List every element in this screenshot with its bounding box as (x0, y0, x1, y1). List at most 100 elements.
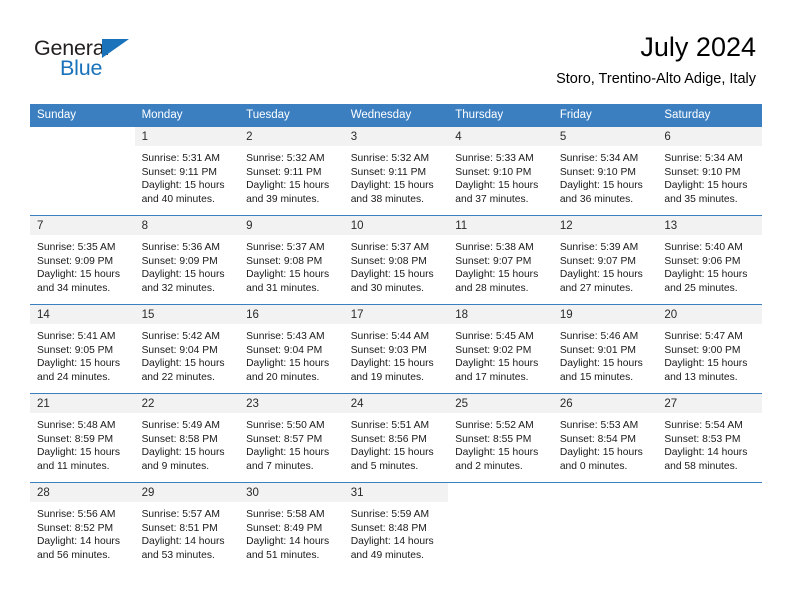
day-cell-15[interactable]: 15 Sunrise: 5:42 AM Sunset: 9:04 PM Dayligh… (134, 304, 240, 393)
day-details: Sunrise: 5:42 AM Sunset: 9:04 PM Daylight:… (135, 324, 240, 384)
calendar-cell: 15 Sunrise: 5:42 AM Sunset: 9:04 PM Dayligh… (134, 304, 240, 393)
day-detail-line: and 9 minutes. (141, 460, 210, 472)
day-detail-line: Daylight: 15 hours (559, 180, 643, 192)
day-cell-19[interactable]: 19 Sunrise: 5:46 AM Sunset: 9:01 PM Dayligh… (552, 304, 658, 393)
day-cell-20[interactable]: 20 Sunrise: 5:47 AM Sunset: 9:00 PM Dayligh… (657, 304, 762, 393)
day-detail-line: Sunset: 8:54 PM (559, 433, 636, 445)
page-title: July 2024 (640, 32, 756, 62)
day-cell-12[interactable]: 12 Sunrise: 5:39 AM Sunset: 9:07 PM Dayligh… (552, 215, 658, 304)
calendar-cell: 31 Sunrise: 5:59 AM Sunset: 8:48 PM Dayligh… (343, 482, 449, 571)
day-detail-line: Sunset: 9:11 PM (246, 166, 322, 178)
day-cell-empty (448, 482, 553, 571)
day-cell-5[interactable]: 5 Sunrise: 5:34 AM Sunset: 9:10 PM Daylight… (552, 126, 658, 215)
day-detail-line: Sunset: 9:04 PM (141, 344, 218, 356)
day-detail-line: Sunrise: 5:32 AM (350, 153, 430, 164)
day-cell-4[interactable]: 4 Sunrise: 5:33 AM Sunset: 9:10 PM Daylight… (448, 126, 553, 215)
calendar-cell: 7 Sunrise: 5:35 AM Sunset: 9:09 PM Daylight… (30, 215, 135, 304)
day-details: Sunrise: 5:44 AM Sunset: 9:03 PM Daylight:… (344, 324, 449, 384)
day-number: 5 (552, 127, 658, 146)
day-detail-line: Sunset: 9:01 PM (559, 344, 636, 356)
day-number: 18 (448, 305, 553, 324)
calendar-cell: 19 Sunrise: 5:46 AM Sunset: 9:01 PM Dayligh… (552, 304, 658, 393)
day-details: Sunrise: 5:51 AM Sunset: 8:56 PM Daylight:… (344, 413, 449, 473)
day-details: Sunrise: 5:38 AM Sunset: 9:07 PM Daylight:… (448, 235, 553, 295)
day-cell-25[interactable]: 25 Sunrise: 5:52 AM Sunset: 8:55 PM Dayligh… (448, 393, 553, 482)
day-detail-line: Daylight: 15 hours (37, 447, 120, 459)
day-cell-18[interactable]: 18 Sunrise: 5:45 AM Sunset: 9:02 PM Dayligh… (448, 304, 553, 393)
day-number: 14 (30, 305, 135, 324)
day-cell-16[interactable]: 16 Sunrise: 5:43 AM Sunset: 9:04 PM Dayligh… (239, 304, 344, 393)
day-details: Sunrise: 5:31 AM Sunset: 9:11 PM Daylight:… (135, 146, 240, 206)
calendar-cell: 2 Sunrise: 5:32 AM Sunset: 9:11 PM Daylight… (239, 126, 344, 215)
day-cell-11[interactable]: 11 Sunrise: 5:38 AM Sunset: 9:07 PM Dayligh… (448, 215, 553, 304)
day-cell-3[interactable]: 3 Sunrise: 5:32 AM Sunset: 9:11 PM Daylight… (343, 126, 449, 215)
day-cell-7[interactable]: 7 Sunrise: 5:35 AM Sunset: 9:09 PM Daylight… (30, 215, 135, 304)
day-number (553, 483, 658, 502)
day-cell-30[interactable]: 30 Sunrise: 5:58 AM Sunset: 8:49 PM Dayligh… (239, 482, 344, 571)
day-number: 11 (448, 216, 553, 235)
calendar-cell: 16 Sunrise: 5:43 AM Sunset: 9:04 PM Dayligh… (239, 304, 344, 393)
weekday-header-saturday: Saturday (657, 104, 762, 126)
day-cell-6[interactable]: 6 Sunrise: 5:34 AM Sunset: 9:10 PM Daylight… (657, 126, 762, 215)
day-detail-line: Sunset: 8:55 PM (455, 433, 532, 445)
day-cell-31[interactable]: 31 Sunrise: 5:59 AM Sunset: 8:48 PM Dayligh… (343, 482, 449, 571)
calendar-cell: 20 Sunrise: 5:47 AM Sunset: 9:00 PM Dayligh… (657, 304, 762, 393)
day-details: Sunrise: 5:41 AM Sunset: 9:05 PM Daylight:… (30, 324, 135, 384)
day-details: Sunrise: 5:32 AM Sunset: 9:11 PM Daylight:… (239, 146, 344, 206)
day-details (553, 502, 658, 508)
day-cell-28[interactable]: 28 Sunrise: 5:56 AM Sunset: 8:52 PM Dayligh… (30, 482, 135, 571)
day-detail-line: Sunset: 9:04 PM (246, 344, 323, 356)
day-detail-line: Sunrise: 5:52 AM (455, 420, 534, 431)
day-detail-line: Sunset: 9:02 PM (455, 344, 532, 356)
day-detail-line: Sunset: 9:10 PM (664, 166, 741, 178)
day-detail-line: Sunrise: 5:49 AM (141, 420, 220, 431)
calendar-cell: 12 Sunrise: 5:39 AM Sunset: 9:07 PM Dayligh… (552, 215, 658, 304)
day-detail-line: and 27 minutes. (559, 282, 634, 294)
day-detail-line: and 31 minutes. (246, 282, 320, 294)
calendar-cell: 30 Sunrise: 5:58 AM Sunset: 8:49 PM Dayligh… (239, 482, 344, 571)
day-cell-2[interactable]: 2 Sunrise: 5:32 AM Sunset: 9:11 PM Daylight… (239, 126, 344, 215)
day-detail-line: and 30 minutes. (350, 282, 424, 294)
day-detail-line: and 56 minutes. (37, 549, 111, 561)
day-cell-10[interactable]: 10 Sunrise: 5:37 AM Sunset: 9:08 PM Dayligh… (343, 215, 449, 304)
day-details: Sunrise: 5:37 AM Sunset: 9:08 PM Daylight:… (344, 235, 449, 295)
day-cell-21[interactable]: 21 Sunrise: 5:48 AM Sunset: 8:59 PM Dayligh… (30, 393, 135, 482)
day-detail-line: Daylight: 15 hours (141, 180, 225, 192)
day-cell-27[interactable]: 27 Sunrise: 5:54 AM Sunset: 8:53 PM Dayligh… (657, 393, 762, 482)
day-cell-9[interactable]: 9 Sunrise: 5:37 AM Sunset: 9:08 PM Daylight… (239, 215, 344, 304)
weekday-header-tuesday: Tuesday (239, 104, 344, 126)
day-cell-13[interactable]: 13 Sunrise: 5:40 AM Sunset: 9:06 PM Dayligh… (657, 215, 762, 304)
day-detail-line: Sunrise: 5:44 AM (350, 331, 430, 342)
day-detail-line: and 39 minutes. (246, 193, 320, 205)
day-cell-1[interactable]: 1 Sunrise: 5:31 AM Sunset: 9:11 PM Daylight… (134, 126, 240, 215)
day-cell-14[interactable]: 14 Sunrise: 5:41 AM Sunset: 9:05 PM Dayligh… (30, 304, 135, 393)
day-detail-line: and 58 minutes. (664, 460, 738, 472)
day-details: Sunrise: 5:47 AM Sunset: 9:00 PM Daylight:… (657, 324, 762, 384)
day-detail-line: Daylight: 15 hours (664, 269, 748, 281)
day-number: 9 (239, 216, 344, 235)
day-cell-22[interactable]: 22 Sunrise: 5:49 AM Sunset: 8:58 PM Dayligh… (134, 393, 240, 482)
day-number: 22 (134, 394, 240, 413)
day-number: 16 (239, 305, 344, 324)
day-details: Sunrise: 5:57 AM Sunset: 8:51 PM Daylight:… (135, 502, 240, 562)
day-detail-line: Daylight: 15 hours (350, 180, 434, 192)
day-detail-line: Daylight: 15 hours (664, 358, 748, 370)
day-cell-8[interactable]: 8 Sunrise: 5:36 AM Sunset: 9:09 PM Daylight… (134, 215, 240, 304)
day-detail-line: Sunrise: 5:33 AM (455, 153, 534, 164)
weekday-header-wednesday: Wednesday (343, 104, 449, 126)
day-number (448, 483, 553, 502)
day-cell-23[interactable]: 23 Sunrise: 5:50 AM Sunset: 8:57 PM Dayligh… (239, 393, 344, 482)
day-detail-line: Daylight: 14 hours (141, 536, 225, 548)
calendar-cell: 21 Sunrise: 5:48 AM Sunset: 8:59 PM Dayligh… (30, 393, 135, 482)
day-detail-line: Sunset: 8:49 PM (246, 522, 323, 534)
calendar-week-row: 7 Sunrise: 5:35 AM Sunset: 9:09 PM Daylight… (30, 215, 762, 304)
day-cell-26[interactable]: 26 Sunrise: 5:53 AM Sunset: 8:54 PM Dayligh… (552, 393, 658, 482)
day-detail-line: Sunrise: 5:32 AM (246, 153, 325, 164)
day-cell-17[interactable]: 17 Sunrise: 5:44 AM Sunset: 9:03 PM Dayligh… (343, 304, 449, 393)
day-cell-empty (552, 482, 658, 571)
day-detail-line: and 49 minutes. (350, 549, 424, 561)
day-cell-24[interactable]: 24 Sunrise: 5:51 AM Sunset: 8:56 PM Dayligh… (343, 393, 449, 482)
day-cell-29[interactable]: 29 Sunrise: 5:57 AM Sunset: 8:51 PM Dayligh… (134, 482, 240, 571)
day-detail-line: Sunrise: 5:40 AM (664, 242, 743, 253)
day-detail-line: Sunset: 9:08 PM (350, 255, 427, 267)
